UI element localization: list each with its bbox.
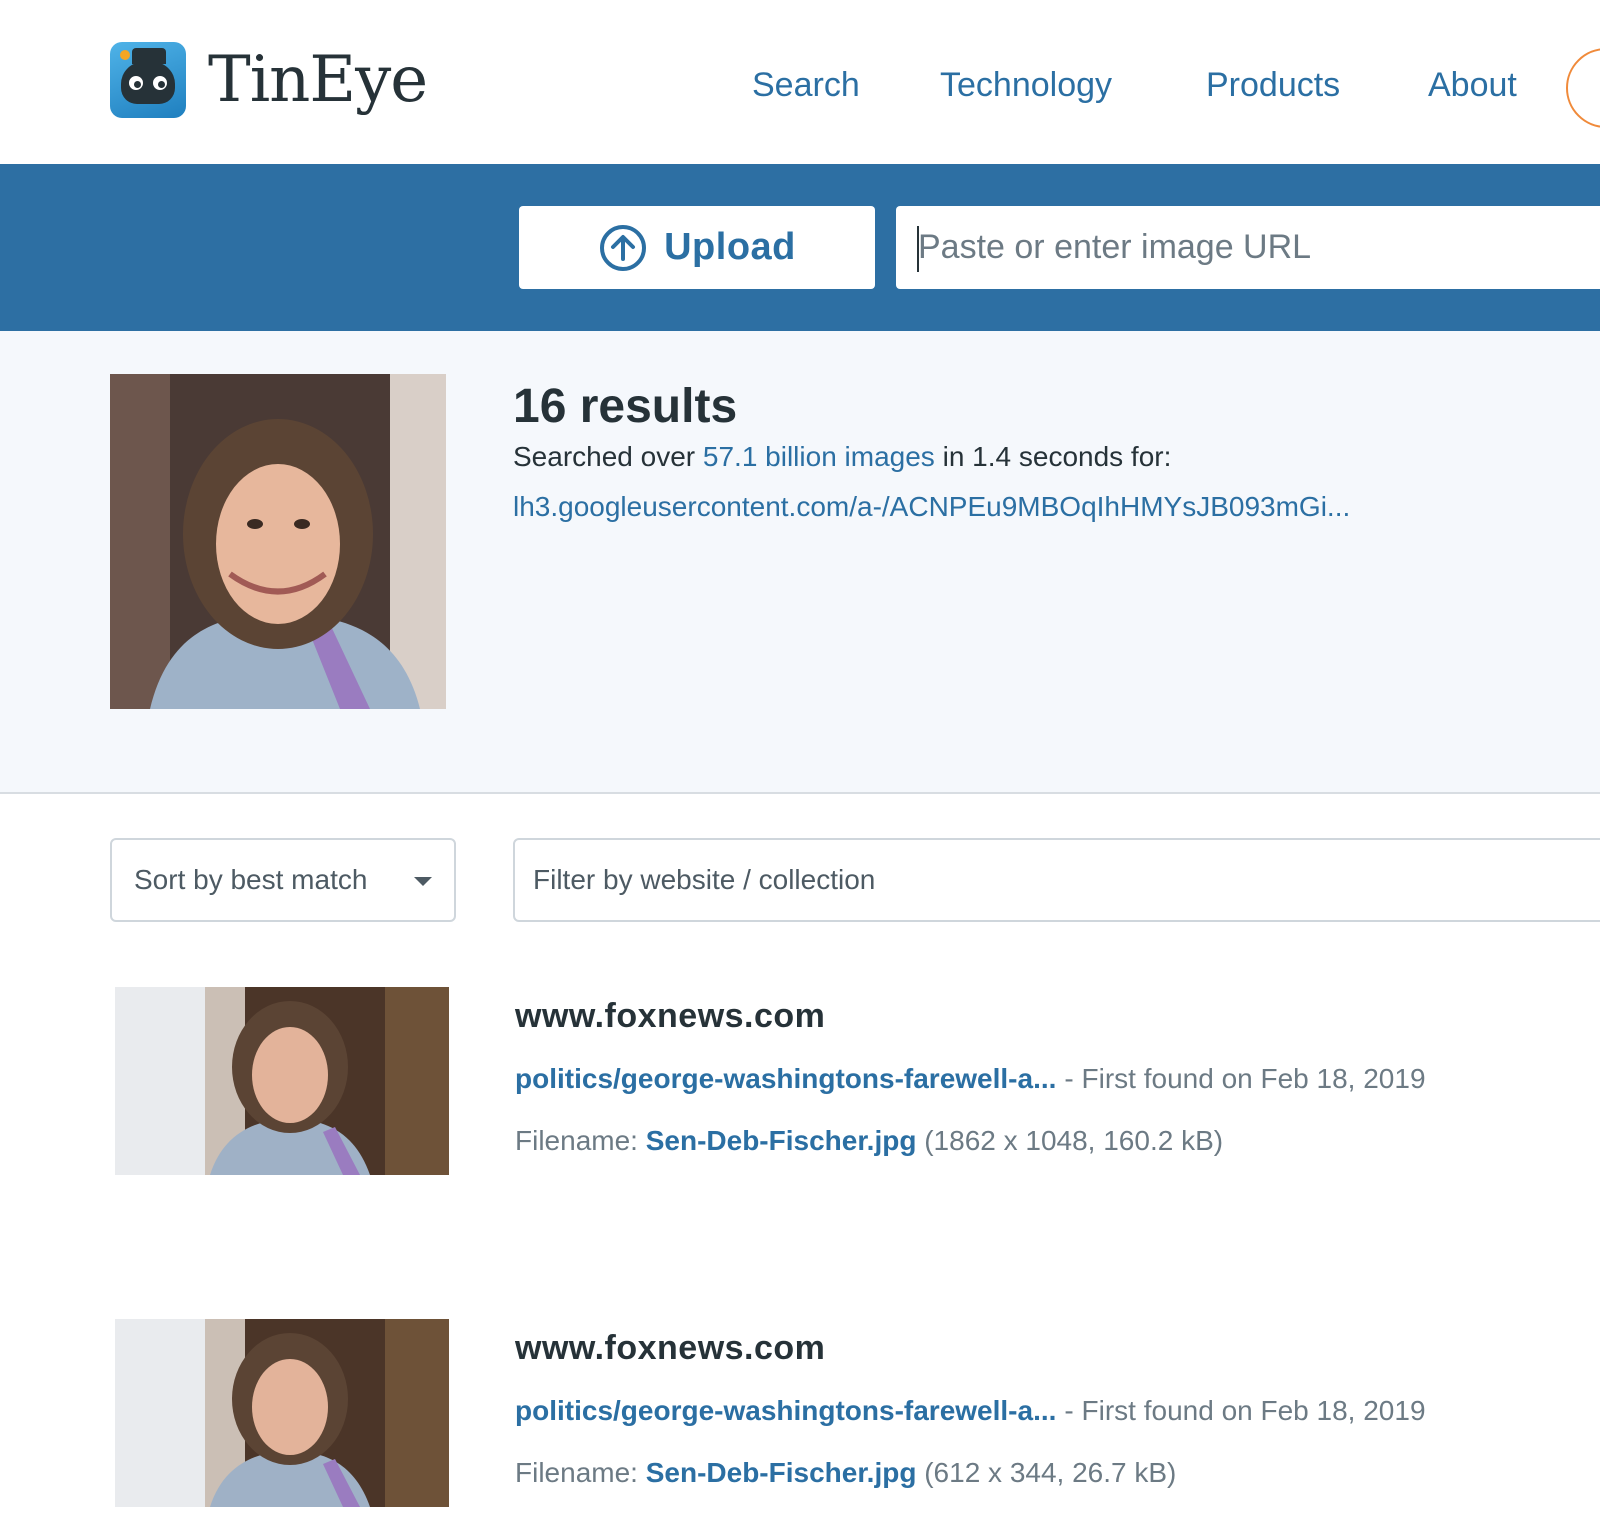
result-dimensions: (612 x 344, 26.7 kB)	[924, 1457, 1177, 1488]
result-image	[115, 987, 449, 1175]
result-page-link[interactable]: politics/george-washingtons-farewell-a..…	[515, 1063, 1056, 1094]
result-first-found: - First found on Feb 18, 2019	[1064, 1063, 1426, 1094]
result-item: www.foxnews.com politics/george-washingt…	[0, 987, 1600, 1187]
result-filename-link[interactable]: Sen-Deb-Fischer.jpg	[646, 1457, 917, 1488]
logo-wordmark: TinEye	[208, 43, 428, 117]
nav-search[interactable]: Search	[752, 66, 860, 105]
nav-products[interactable]: Products	[1206, 66, 1340, 105]
image-url-input[interactable]	[896, 206, 1600, 289]
searched-summary: Searched over 57.1 billion images in 1.4…	[513, 441, 1171, 473]
search-bar: Upload	[0, 164, 1600, 331]
text-cursor	[917, 226, 919, 272]
result-filename-link[interactable]: Sen-Deb-Fischer.jpg	[646, 1125, 917, 1156]
result-domain: www.foxnews.com	[515, 997, 826, 1035]
tineye-logo[interactable]: TinEye	[110, 42, 428, 118]
result-dimensions: (1862 x 1048, 160.2 kB)	[924, 1125, 1224, 1156]
result-image	[115, 1319, 449, 1507]
result-thumbnail[interactable]	[115, 1319, 449, 1507]
upload-button[interactable]: Upload	[519, 206, 875, 289]
filename-label: Filename:	[515, 1125, 638, 1156]
index-size-link[interactable]: 57.1 billion images	[703, 441, 935, 472]
upload-arrow-icon	[600, 224, 647, 271]
robot-logo-icon	[110, 42, 186, 118]
searched-suffix: in 1.4 seconds for:	[934, 441, 1172, 472]
sort-select[interactable]: Sort by best match	[110, 838, 456, 922]
result-file-line: Filename: Sen-Deb-Fischer.jpg (612 x 344…	[515, 1457, 1176, 1489]
query-portrait-image	[110, 374, 446, 709]
result-page-line: politics/george-washingtons-farewell-a..…	[515, 1395, 1426, 1427]
site-header: TinEye Search Technology Products About	[0, 0, 1600, 164]
result-page-line: politics/george-washingtons-farewell-a..…	[515, 1063, 1426, 1095]
filter-input[interactable]	[513, 838, 1600, 922]
filename-label: Filename:	[515, 1457, 638, 1488]
query-url-link[interactable]: lh3.googleusercontent.com/a-/ACNPEu9MBOq…	[513, 491, 1350, 523]
query-panel: 16 results Searched over 57.1 billion im…	[0, 331, 1600, 794]
result-file-line: Filename: Sen-Deb-Fischer.jpg (1862 x 10…	[515, 1125, 1223, 1157]
sort-value: Sort by best match	[134, 864, 368, 895]
query-image	[110, 374, 446, 709]
result-item: www.foxnews.com politics/george-washingt…	[0, 1319, 1600, 1519]
nav-about[interactable]: About	[1428, 66, 1517, 105]
chevron-down-icon	[414, 877, 432, 886]
results-count: 16 results	[513, 380, 738, 433]
result-first-found: - First found on Feb 18, 2019	[1064, 1395, 1426, 1426]
nav-technology[interactable]: Technology	[940, 66, 1112, 105]
result-domain: www.foxnews.com	[515, 1329, 826, 1367]
result-page-link[interactable]: politics/george-washingtons-farewell-a..…	[515, 1395, 1056, 1426]
signin-button[interactable]	[1566, 48, 1600, 128]
upload-label: Upload	[664, 226, 796, 268]
result-thumbnail[interactable]	[115, 987, 449, 1175]
searched-prefix: Searched over	[513, 441, 703, 472]
